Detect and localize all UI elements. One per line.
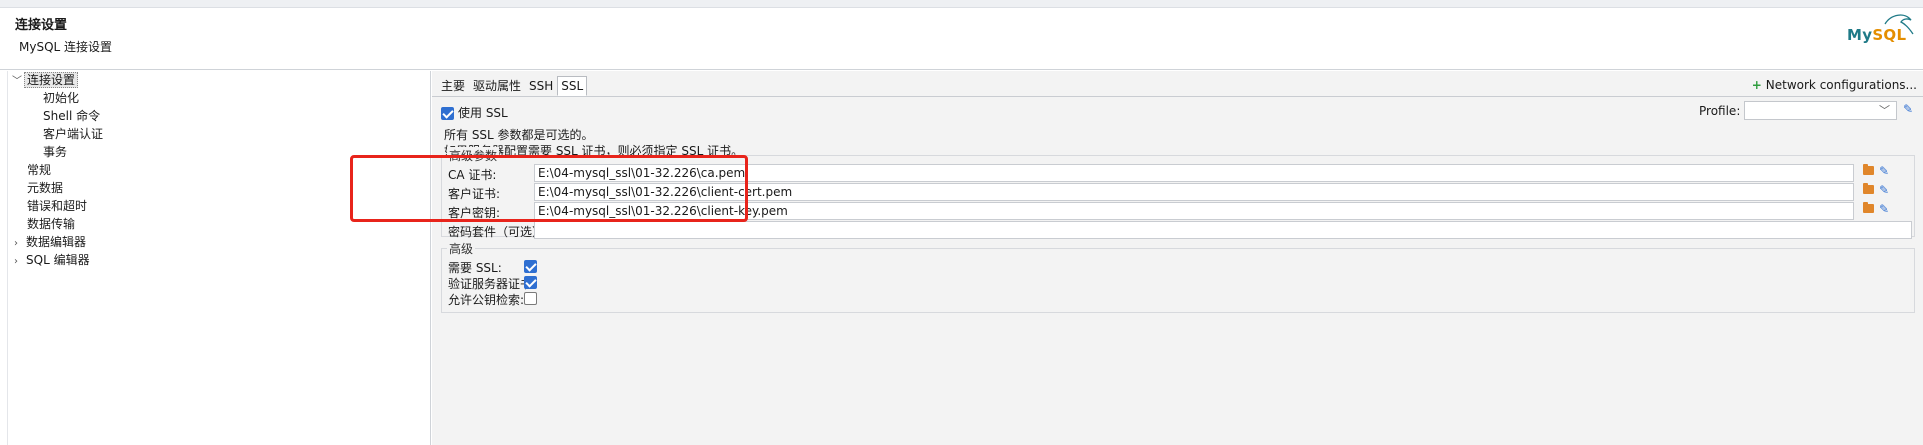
tree-item-sql-editor[interactable]: › SQL 编辑器 [14, 252, 90, 269]
settings-tree: ﹀ 连接设置 初始化 Shell 命令 客户端认证 事务 常规 元数据 错误和超时… [0, 71, 431, 445]
use-ssl-check[interactable] [441, 107, 454, 120]
annotation-highlight-box [350, 155, 748, 222]
tree-item-data-transfer[interactable]: 数据传输 [27, 216, 75, 233]
verify-server-cert-checkbox[interactable] [524, 276, 537, 289]
page-subtitle: MySQL 连接设置 [19, 40, 113, 54]
window-top-strip [0, 0, 1923, 8]
chevron-down-icon[interactable]: ﹀ [12, 73, 24, 90]
verify-server-cert-option: 验证服务器证书: [448, 276, 537, 291]
tree-item-general[interactable]: 常规 [27, 162, 51, 179]
advanced-group: 高级 需要 SSL: 验证服务器证书: 允许公钥检索: [441, 240, 1915, 313]
folder-icon[interactable] [1863, 202, 1874, 213]
page-title: 连接设置 [15, 18, 68, 33]
dialog-header: 连接设置 MySQL 连接设置 MySQL [0, 8, 1923, 70]
tree-item-data-editor[interactable]: › 数据编辑器 [14, 234, 86, 251]
edit-icon[interactable]: ✎ [1879, 164, 1889, 178]
tab-main[interactable]: 主要 [437, 76, 469, 96]
group-title-advanced: 高级 [447, 240, 476, 257]
tab-ssh[interactable]: SSH [525, 76, 557, 96]
profile-select[interactable]: ﹀ [1744, 101, 1897, 120]
tab-driver-properties[interactable]: 驱动属性 [469, 76, 525, 96]
allow-public-key-retrieval-checkbox[interactable] [524, 292, 537, 305]
profile-label: Profile: [1699, 104, 1741, 118]
edit-icon[interactable]: ✎ [1879, 183, 1889, 197]
tab-bar: 主要 驱动属性 SSH SSL [437, 76, 588, 96]
tab-divider [432, 96, 1923, 97]
edit-profile-icon[interactable]: ✎ [1903, 102, 1913, 116]
tab-ssl[interactable]: SSL [557, 76, 588, 96]
tree-item-client-auth[interactable]: 客户端认证 [43, 126, 103, 143]
use-ssl-checkbox[interactable]: 使用 SSL [441, 104, 508, 121]
allow-public-key-retrieval-option: 允许公钥检索: [448, 291, 537, 307]
folder-icon[interactable] [1863, 183, 1874, 194]
network-configurations-link[interactable]: + Network configurations... [1752, 78, 1917, 92]
chevron-right-icon[interactable]: › [14, 235, 26, 252]
chevron-right-icon[interactable]: › [14, 253, 26, 270]
cipher-suite-row: 密码套件（可选）: [442, 221, 1916, 241]
mysql-logo: MySQL [1847, 10, 1917, 54]
tree-item-shell-commands[interactable]: Shell 命令 [43, 108, 100, 125]
plus-icon: + [1751, 78, 1762, 92]
ssl-settings-panel: 主要 驱动属性 SSH SSL + Network configurations.… [432, 71, 1923, 445]
require-ssl-checkbox[interactable] [524, 260, 537, 273]
cipher-suite-input[interactable] [534, 221, 1912, 239]
note-line-1: 所有 SSL 参数都是可选的。 [444, 128, 594, 142]
tree-item-connection-settings[interactable]: ﹀ 连接设置 [12, 72, 79, 90]
tree-item-metadata[interactable]: 元数据 [27, 180, 63, 197]
chevron-down-icon[interactable]: ﹀ [1879, 102, 1890, 120]
tree-item-init[interactable]: 初始化 [43, 90, 79, 107]
edit-icon[interactable]: ✎ [1879, 202, 1889, 216]
tree-item-errors-timeouts[interactable]: 错误和超时 [27, 198, 87, 215]
logo-text: MySQL [1847, 26, 1907, 44]
require-ssl-option: 需要 SSL: [448, 259, 537, 275]
tree-item-transactions[interactable]: 事务 [43, 144, 67, 161]
folder-icon[interactable] [1863, 164, 1874, 175]
